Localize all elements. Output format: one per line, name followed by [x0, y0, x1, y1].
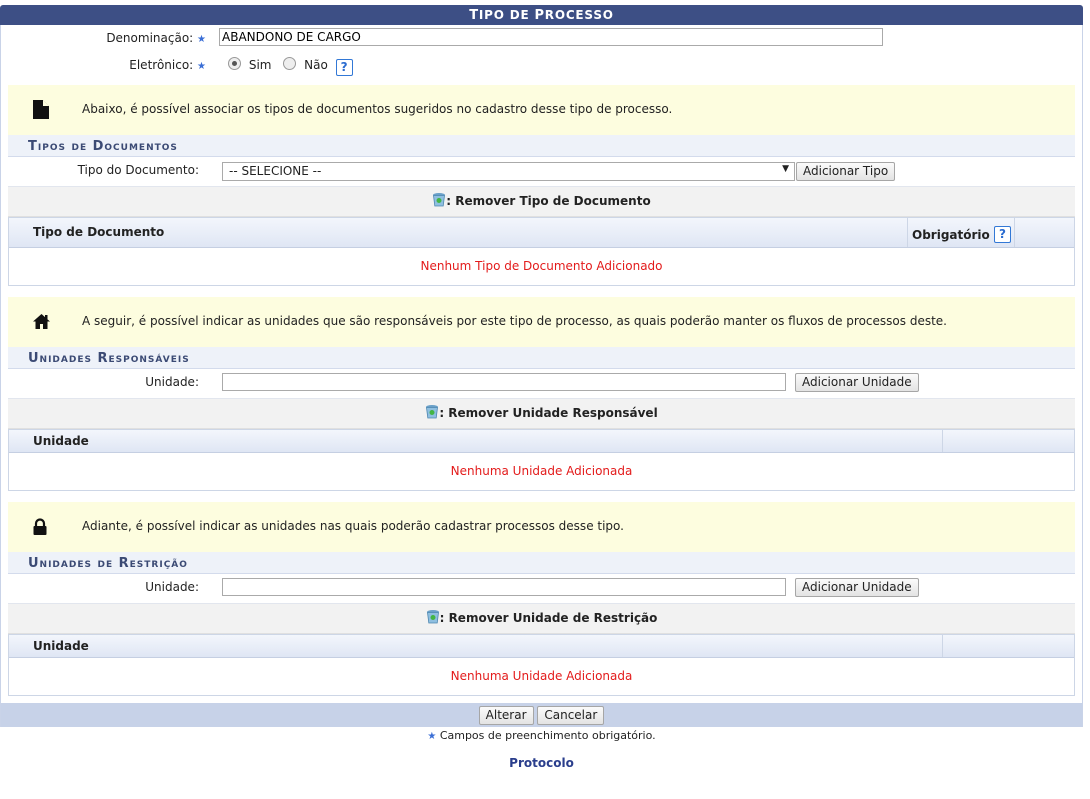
responsaveis-empty-message: Nenhuma Unidade Adicionada: [450, 464, 633, 478]
alterar-button[interactable]: Alterar: [478, 706, 534, 725]
unidade-label: Unidade:: [145, 375, 199, 389]
unidade-responsavel-row: Unidade: Adicionar Unidade: [8, 369, 1075, 399]
restricao-legend: : Remover Unidade de Restrição: [8, 604, 1075, 634]
denominacao-input[interactable]: [219, 28, 883, 46]
adicionar-unidade-responsavel-button[interactable]: Adicionar Unidade: [795, 373, 919, 392]
tipo-documento-select[interactable]: -- SELECIONE -- ▼: [222, 162, 795, 181]
adicionar-unidade-restricao-button[interactable]: Adicionar Unidade: [795, 578, 919, 597]
responsaveis-table-header: Unidade: [9, 430, 1074, 453]
denominacao-row: Denominação: ★: [1, 25, 1082, 52]
page-title: TIPO DE PROCESSO: [0, 5, 1083, 25]
help-icon[interactable]: ?: [993, 226, 1011, 243]
help-icon[interactable]: ?: [335, 59, 353, 76]
info-responsaveis-box: A seguir, é possível indicar as unidades…: [8, 297, 1075, 347]
documents-table: Tipo de Documento Obrigatório ? Nenhum T…: [8, 217, 1075, 286]
unidade-restricao-input[interactable]: [222, 578, 786, 596]
restricao-table: Unidade Nenhuma Unidade Adicionada: [8, 634, 1075, 696]
eletronico-sim-radio[interactable]: [228, 57, 241, 70]
trash-icon: [426, 606, 440, 624]
documents-empty-message: Nenhum Tipo de Documento Adicionado: [420, 259, 663, 273]
info-restricao-text: Adiante, é possível indicar as unidades …: [82, 519, 624, 533]
unidade-responsavel-input[interactable]: [222, 373, 786, 391]
module-link[interactable]: Protocolo: [0, 756, 1083, 770]
col-tipo-documento: Tipo de Documento: [33, 225, 165, 239]
adicionar-tipo-button[interactable]: Adicionar Tipo: [796, 162, 896, 181]
col-unidade: Unidade: [33, 639, 89, 653]
tipo-documento-row: Tipo do Documento: -- SELECIONE -- ▼ Adi…: [8, 157, 1075, 187]
unidade-restricao-row: Unidade: Adicionar Unidade: [8, 574, 1075, 604]
info-responsaveis-text: A seguir, é possível indicar as unidades…: [82, 314, 947, 328]
lock-icon: [32, 518, 48, 539]
documents-section-header: Tipos de Documentos: [8, 135, 1075, 157]
eletronico-label: Eletrônico: ★: [129, 58, 206, 72]
info-restricao-box: Adiante, é possível indicar as unidades …: [8, 502, 1075, 552]
restricao-table-header: Unidade: [9, 635, 1074, 658]
eletronico-row: Eletrônico: ★ Sim Não ?: [1, 52, 1082, 85]
responsaveis-legend: : Remover Unidade Responsável: [8, 399, 1075, 429]
required-note: ★ Campos de preenchimento obrigatório.: [427, 729, 656, 742]
chevron-down-icon: ▼: [782, 164, 789, 174]
required-star-icon: ★: [197, 34, 206, 45]
home-icon: [32, 313, 51, 333]
form-container: Denominação: ★ Eletrônico: ★ Sim Não ?: [0, 25, 1083, 727]
col-unidade: Unidade: [33, 434, 89, 448]
sim-label: Sim: [248, 58, 272, 72]
documents-legend: : Remover Tipo de Documento: [8, 187, 1075, 217]
form-actions-bar: Alterar Cancelar: [1, 703, 1082, 727]
responsaveis-table: Unidade Nenhuma Unidade Adicionada: [8, 429, 1075, 491]
trash-icon: [432, 189, 446, 207]
eletronico-nao-radio[interactable]: [283, 57, 297, 70]
required-star-icon: ★: [197, 61, 206, 72]
documents-table-header: Tipo de Documento Obrigatório ?: [9, 218, 1074, 248]
col-obrigatorio: Obrigatório ?: [912, 224, 1011, 244]
tipo-documento-label: Tipo do Documento:: [77, 163, 199, 177]
trash-icon: [425, 401, 439, 419]
restricao-empty-message: Nenhuma Unidade Adicionada: [450, 669, 633, 683]
required-star-icon: ★: [427, 731, 437, 742]
nao-label: Não: [304, 58, 328, 72]
restricao-section-header: Unidades de Restrição: [8, 552, 1075, 574]
responsaveis-section-header: Unidades Responsáveis: [8, 347, 1075, 369]
cancelar-button[interactable]: Cancelar: [537, 706, 605, 725]
info-documents-text: Abaixo, é possível associar os tipos de …: [82, 102, 673, 116]
denominacao-label: Denominação: ★: [106, 31, 206, 45]
unidade-label: Unidade:: [145, 580, 199, 594]
document-icon: [32, 99, 50, 123]
info-documents-box: Abaixo, é possível associar os tipos de …: [8, 85, 1075, 135]
